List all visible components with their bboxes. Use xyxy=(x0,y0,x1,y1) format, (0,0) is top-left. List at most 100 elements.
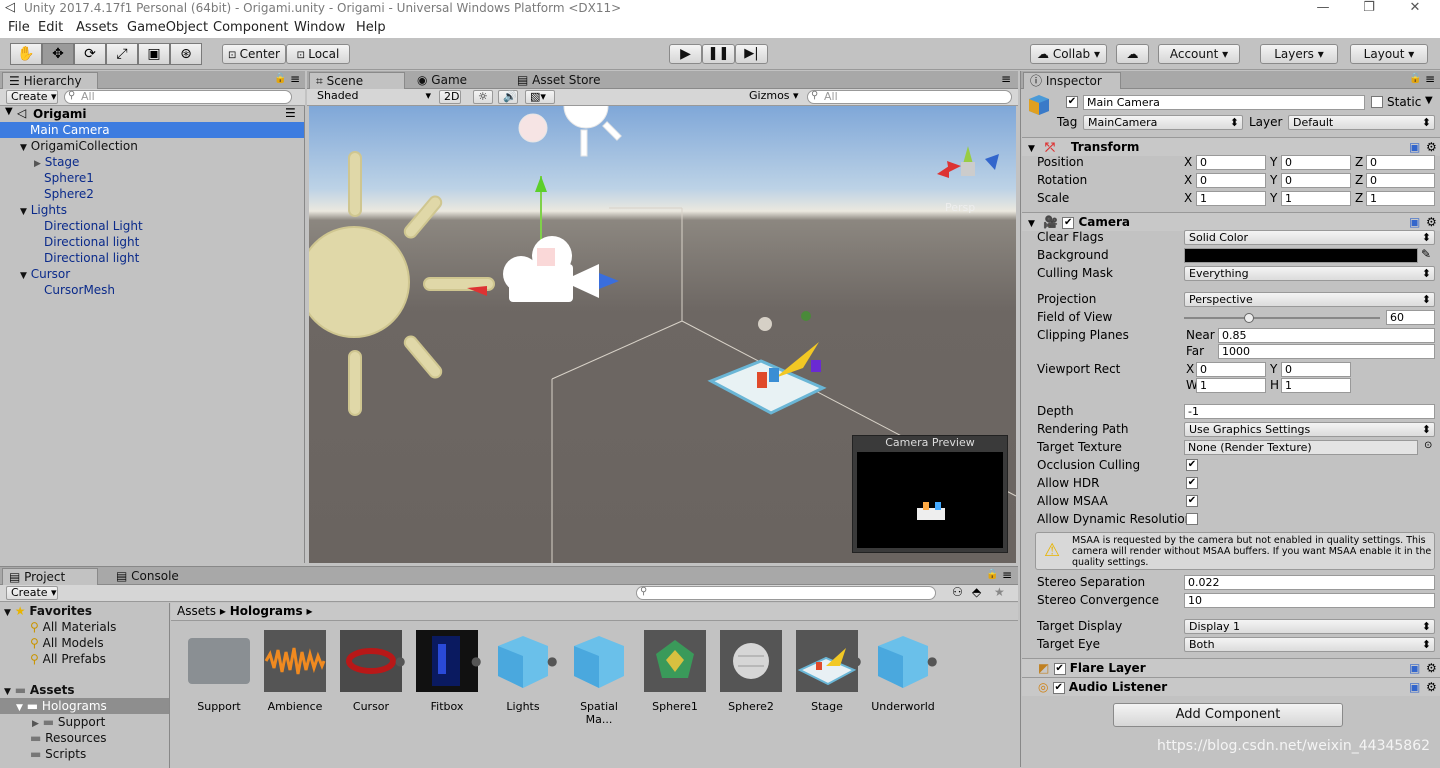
hierarchy-item-lights[interactable]: ▼ Lights xyxy=(0,202,304,218)
asset-cursor[interactable]: Cursor ● xyxy=(339,630,405,713)
star-icon[interactable]: ★ xyxy=(994,585,1005,599)
panel-menu-icon[interactable]: ≡ xyxy=(1002,568,1012,582)
scene-viewport[interactable]: Persp Camera Preview xyxy=(309,106,1016,563)
gear-icon[interactable]: ⚙ xyxy=(1426,138,1437,156)
gear-icon[interactable]: ⚙ xyxy=(1426,678,1437,696)
tree-item-scripts[interactable]: ▬ Scripts xyxy=(30,746,86,762)
menu-window[interactable]: Window xyxy=(294,20,345,35)
menu-file[interactable]: File xyxy=(8,20,30,35)
hierarchy-item-directional-light-1[interactable]: Directional Light xyxy=(0,218,304,234)
breadcrumb-holograms[interactable]: Holograms xyxy=(230,604,303,618)
project-search-input[interactable] xyxy=(636,586,936,600)
asset-stage[interactable]: Stage ● xyxy=(795,630,861,713)
fov-slider-thumb[interactable] xyxy=(1244,313,1254,323)
camera-enabled-checkbox[interactable]: ✔ xyxy=(1062,216,1075,229)
hierarchy-search-input[interactable]: All xyxy=(64,90,292,104)
tab-project[interactable]: ▤ Project xyxy=(2,568,98,585)
tab-inspector[interactable]: ⓘ Inspector xyxy=(1023,72,1121,89)
static-checkbox[interactable] xyxy=(1371,96,1383,108)
far-field[interactable]: 1000 xyxy=(1218,344,1435,359)
fov-slider-track[interactable] xyxy=(1184,317,1380,319)
rotation-y-field[interactable]: 0 xyxy=(1281,173,1351,188)
eyedropper-icon[interactable]: ✎ xyxy=(1421,247,1431,261)
near-field[interactable]: 0.85 xyxy=(1218,328,1435,343)
asset-spatial-mapping[interactable]: Spatial Ma... xyxy=(567,630,631,726)
scene-menu-icon[interactable]: ☰ xyxy=(285,106,296,120)
viewport-h-field[interactable]: 1 xyxy=(1281,378,1351,393)
static-dropdown-icon[interactable]: ▼ xyxy=(1425,95,1433,106)
active-checkbox[interactable]: ✔ xyxy=(1066,96,1078,108)
filter-label-icon[interactable]: ⬘ xyxy=(972,585,981,599)
help-icon[interactable]: ▣ xyxy=(1409,678,1420,696)
menu-gameobject[interactable]: GameObject xyxy=(127,20,208,35)
shading-dropdown[interactable]: Shaded ▾ xyxy=(313,90,433,104)
lighting-toggle-icon[interactable]: ☼ xyxy=(473,90,493,104)
close-button[interactable]: ✕ xyxy=(1392,0,1438,18)
panel-menu-icon[interactable]: ≡ xyxy=(290,72,300,86)
expand-prefab-icon[interactable]: ● xyxy=(395,654,405,668)
help-icon[interactable]: ▣ xyxy=(1409,213,1420,231)
layer-dropdown[interactable]: Default ⬍ xyxy=(1288,115,1435,130)
help-icon[interactable]: ▣ xyxy=(1409,659,1420,677)
background-color-field[interactable] xyxy=(1184,248,1418,263)
scale-z-field[interactable]: 1 xyxy=(1366,191,1435,206)
expand-prefab-icon[interactable]: ● xyxy=(851,654,861,668)
layout-button[interactable]: Layout ▾ xyxy=(1350,44,1428,64)
allow-hdr-checkbox[interactable]: ✔ xyxy=(1186,477,1198,489)
camera-component-header[interactable]: ▼ 🎥 ✔ Camera ▣ ⚙ xyxy=(1022,212,1440,231)
rotation-z-field[interactable]: 0 xyxy=(1366,173,1435,188)
transform-tool-icon[interactable]: ⊛ xyxy=(170,43,202,65)
hand-tool-icon[interactable]: ✋ xyxy=(10,43,42,65)
create-dropdown[interactable]: Create ▾ xyxy=(6,90,58,104)
hierarchy-item-origamicollection[interactable]: ▼ OrigamiCollection xyxy=(0,138,304,154)
rotate-tool-icon[interactable]: ⟳ xyxy=(74,43,106,65)
asset-support[interactable]: Support xyxy=(187,630,251,713)
account-button[interactable]: Account ▾ xyxy=(1158,44,1240,64)
target-display-dropdown[interactable]: Display 1 ⬍ xyxy=(1184,619,1435,634)
position-x-field[interactable]: 0 xyxy=(1196,155,1266,170)
occlusion-culling-checkbox[interactable]: ✔ xyxy=(1186,459,1198,471)
tree-item-resources[interactable]: ▬ Resources xyxy=(30,730,106,746)
expand-prefab-icon[interactable]: ● xyxy=(471,654,481,668)
pivot-center-button[interactable]: ⊡ Center xyxy=(222,44,286,64)
hierarchy-item-main-camera[interactable]: Main Camera xyxy=(0,122,304,138)
fov-field[interactable]: 60 xyxy=(1386,310,1435,325)
2d-toggle[interactable]: 2D xyxy=(439,90,461,104)
fold-arrow-icon[interactable]: ▼ xyxy=(1022,144,1035,154)
favorite-all-models[interactable]: ⚲ All Models xyxy=(30,635,104,651)
gizmos-dropdown[interactable]: Gizmos ▾ xyxy=(745,90,799,104)
stereo-convergence-field[interactable]: 10 xyxy=(1184,593,1435,608)
scale-x-field[interactable]: 1 xyxy=(1196,191,1266,206)
move-tool-icon[interactable]: ✥ xyxy=(42,43,74,65)
collab-button[interactable]: ☁ Collab ▾ xyxy=(1030,44,1107,64)
lock-icon[interactable]: 🔒 xyxy=(1409,73,1421,84)
menu-component[interactable]: Component xyxy=(213,20,288,35)
panel-menu-icon[interactable]: ≡ xyxy=(1425,72,1435,86)
transform-component-header[interactable]: ▼ ⤱ Transform ▣ ⚙ xyxy=(1022,137,1440,156)
add-component-button[interactable]: Add Component xyxy=(1113,703,1343,727)
step-button[interactable]: ▶| xyxy=(735,44,768,64)
hierarchy-item-directional-light-2[interactable]: Directional light xyxy=(0,234,304,250)
clear-flags-dropdown[interactable]: Solid Color ⬍ xyxy=(1184,230,1435,245)
asset-sphere2[interactable]: Sphere2 xyxy=(719,630,783,713)
flare-layer-checkbox[interactable]: ✔ xyxy=(1053,662,1066,675)
viewport-x-field[interactable]: 0 xyxy=(1196,362,1266,377)
gear-icon[interactable]: ⚙ xyxy=(1426,659,1437,677)
minimize-button[interactable]: — xyxy=(1300,0,1346,18)
tab-game[interactable]: ◉ Game xyxy=(411,72,491,89)
position-z-field[interactable]: 0 xyxy=(1366,155,1435,170)
menu-help[interactable]: Help xyxy=(356,20,386,35)
favorite-all-prefabs[interactable]: ⚲ All Prefabs xyxy=(30,651,106,667)
asset-lights[interactable]: Lights ● xyxy=(491,630,557,713)
flare-layer-component-header[interactable]: ◩ ✔ Flare Layer ▣ ⚙ xyxy=(1022,658,1440,677)
hierarchy-item-cursormesh[interactable]: CursorMesh xyxy=(0,282,304,298)
position-y-field[interactable]: 0 xyxy=(1281,155,1351,170)
help-icon[interactable]: ▣ xyxy=(1409,138,1420,156)
maximize-button[interactable]: ❐ xyxy=(1346,0,1392,18)
scene-search-input[interactable]: All xyxy=(807,90,1012,104)
favorite-all-materials[interactable]: ⚲ All Materials xyxy=(30,619,116,635)
viewport-w-field[interactable]: 1 xyxy=(1196,378,1266,393)
allow-msaa-checkbox[interactable]: ✔ xyxy=(1186,495,1198,507)
expand-prefab-icon[interactable]: ● xyxy=(927,654,937,668)
asset-ambience[interactable]: Ambience xyxy=(263,630,327,713)
